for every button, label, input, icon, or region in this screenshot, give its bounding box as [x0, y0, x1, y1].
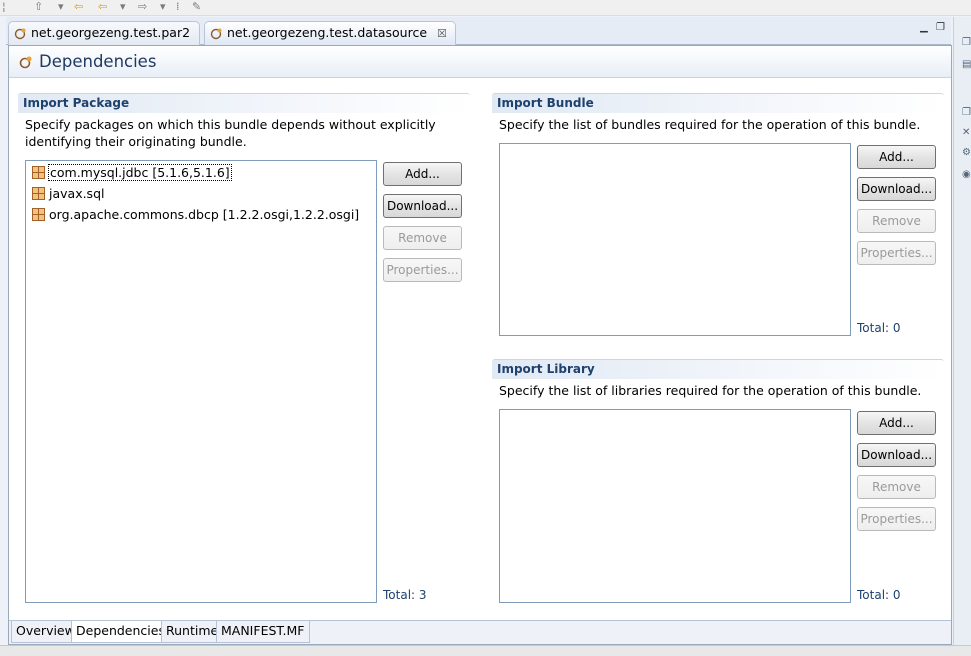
- tab-datasource[interactable]: net.georgezeng.test.datasource ☒: [204, 21, 456, 45]
- import-package-list[interactable]: com.mysql.jdbc [5.1.6,5.1.6] javax.sql o…: [25, 160, 377, 603]
- import-library-download-button[interactable]: Download...: [857, 443, 936, 467]
- toolbar-sep-icon: ¦: [2, 0, 6, 13]
- back-icon[interactable]: ⇦: [98, 1, 107, 13]
- right-view-gutter: ❐ ▤ ❐ ✕ ⚙ ◉: [953, 17, 971, 645]
- import-library-properties-button[interactable]: Properties...: [857, 507, 936, 531]
- package-icon: [32, 166, 45, 179]
- page-tab-bar: Overview Dependencies Runtime MANIFEST.M…: [9, 620, 951, 644]
- package-label: org.apache.commons.dbcp [1.2.2.osgi,1.2.…: [49, 207, 360, 222]
- import-library-description: Specify the list of libraries required f…: [499, 383, 922, 398]
- expressions-icon[interactable]: ◉: [962, 169, 971, 180]
- import-package-section-header[interactable]: Import Package: [18, 93, 470, 113]
- import-bundle-section-header[interactable]: Import Bundle: [492, 93, 944, 113]
- tab-manifest[interactable]: MANIFEST.MF: [216, 621, 310, 643]
- package-icon: [32, 208, 45, 221]
- dropdown-arrow-icon[interactable]: ▾: [58, 1, 64, 13]
- up-arrow-icon[interactable]: ⇧: [34, 1, 43, 13]
- import-bundle-total: Total: 0: [857, 321, 901, 335]
- import-library-section-header[interactable]: Import Library: [492, 359, 944, 379]
- list-item[interactable]: org.apache.commons.dbcp [1.2.2.osgi,1.2.…: [32, 206, 362, 224]
- import-library-total: Total: 0: [857, 588, 901, 602]
- maximize-icon[interactable]: ❐: [936, 22, 945, 33]
- import-package-description: identifying their originating bundle.: [25, 134, 247, 149]
- package-icon: [32, 187, 45, 200]
- dependencies-icon: [19, 56, 32, 69]
- variables-icon[interactable]: ✕: [962, 127, 970, 138]
- page-title: Dependencies: [39, 52, 157, 71]
- import-library-list[interactable]: [499, 409, 851, 603]
- import-bundle-remove-button[interactable]: Remove: [857, 209, 936, 233]
- tab-par2[interactable]: net.georgezeng.test.par2: [8, 21, 200, 45]
- tab-overview[interactable]: Overview: [11, 621, 80, 643]
- forward-icon[interactable]: ⇨: [138, 1, 147, 13]
- import-package-add-button[interactable]: Add...: [383, 162, 462, 186]
- import-bundle-properties-button[interactable]: Properties...: [857, 241, 936, 265]
- import-library-remove-button[interactable]: Remove: [857, 475, 936, 499]
- tab-label: net.georgezeng.test.par2: [31, 25, 191, 40]
- status-bar: [0, 645, 971, 656]
- import-bundle-list[interactable]: [499, 143, 851, 336]
- restore-icon[interactable]: ❐: [962, 107, 971, 118]
- restore-icon[interactable]: ❐: [962, 37, 971, 48]
- minimize-icon[interactable]: ▁: [920, 22, 928, 33]
- plugin-manifest-icon: [210, 28, 222, 40]
- tab-label: net.georgezeng.test.datasource: [227, 25, 428, 40]
- import-package-remove-button[interactable]: Remove: [383, 226, 462, 250]
- tab-dependencies[interactable]: Dependencies: [71, 621, 170, 643]
- import-package-description: Specify packages on which this bundle de…: [25, 117, 436, 132]
- breakpoints-icon[interactable]: ⚙: [962, 147, 971, 158]
- plugin-manifest-icon: [14, 28, 26, 40]
- import-bundle-description: Specify the list of bundles required for…: [499, 117, 921, 132]
- import-bundle-add-button[interactable]: Add...: [857, 145, 936, 169]
- forward-dropdown-icon[interactable]: ▾: [160, 1, 166, 13]
- list-item[interactable]: javax.sql: [32, 185, 362, 203]
- import-package-total: Total: 3: [383, 588, 427, 602]
- pencil-icon[interactable]: ✎: [192, 1, 201, 13]
- section-title: Import Library: [497, 362, 595, 376]
- tab-runtime[interactable]: Runtime: [161, 621, 224, 643]
- section-title: Import Package: [23, 96, 130, 110]
- import-package-download-button[interactable]: Download...: [383, 194, 462, 218]
- form-header: Dependencies: [9, 46, 951, 78]
- package-label: javax.sql: [49, 186, 105, 201]
- close-tab-icon[interactable]: ☒: [437, 27, 447, 40]
- toolbar-sep-icon: ⁞: [176, 0, 180, 13]
- back-to-last-edit-icon[interactable]: ⇦: [74, 1, 83, 13]
- import-package-properties-button[interactable]: Properties...: [383, 258, 462, 282]
- import-bundle-download-button[interactable]: Download...: [857, 177, 936, 201]
- list-item[interactable]: com.mysql.jdbc [5.1.6,5.1.6]: [32, 164, 362, 182]
- package-label: com.mysql.jdbc [5.1.6,5.1.6]: [48, 164, 232, 181]
- outline-icon[interactable]: ▤: [962, 59, 971, 70]
- section-title: Import Bundle: [497, 96, 594, 110]
- import-library-add-button[interactable]: Add...: [857, 411, 936, 435]
- main-toolbar: ¦ ⇧ ▾ ⇦ ⇦ ▾ ⇨ ▾ ⁞ ✎: [0, 0, 971, 16]
- back-dropdown-icon[interactable]: ▾: [120, 1, 126, 13]
